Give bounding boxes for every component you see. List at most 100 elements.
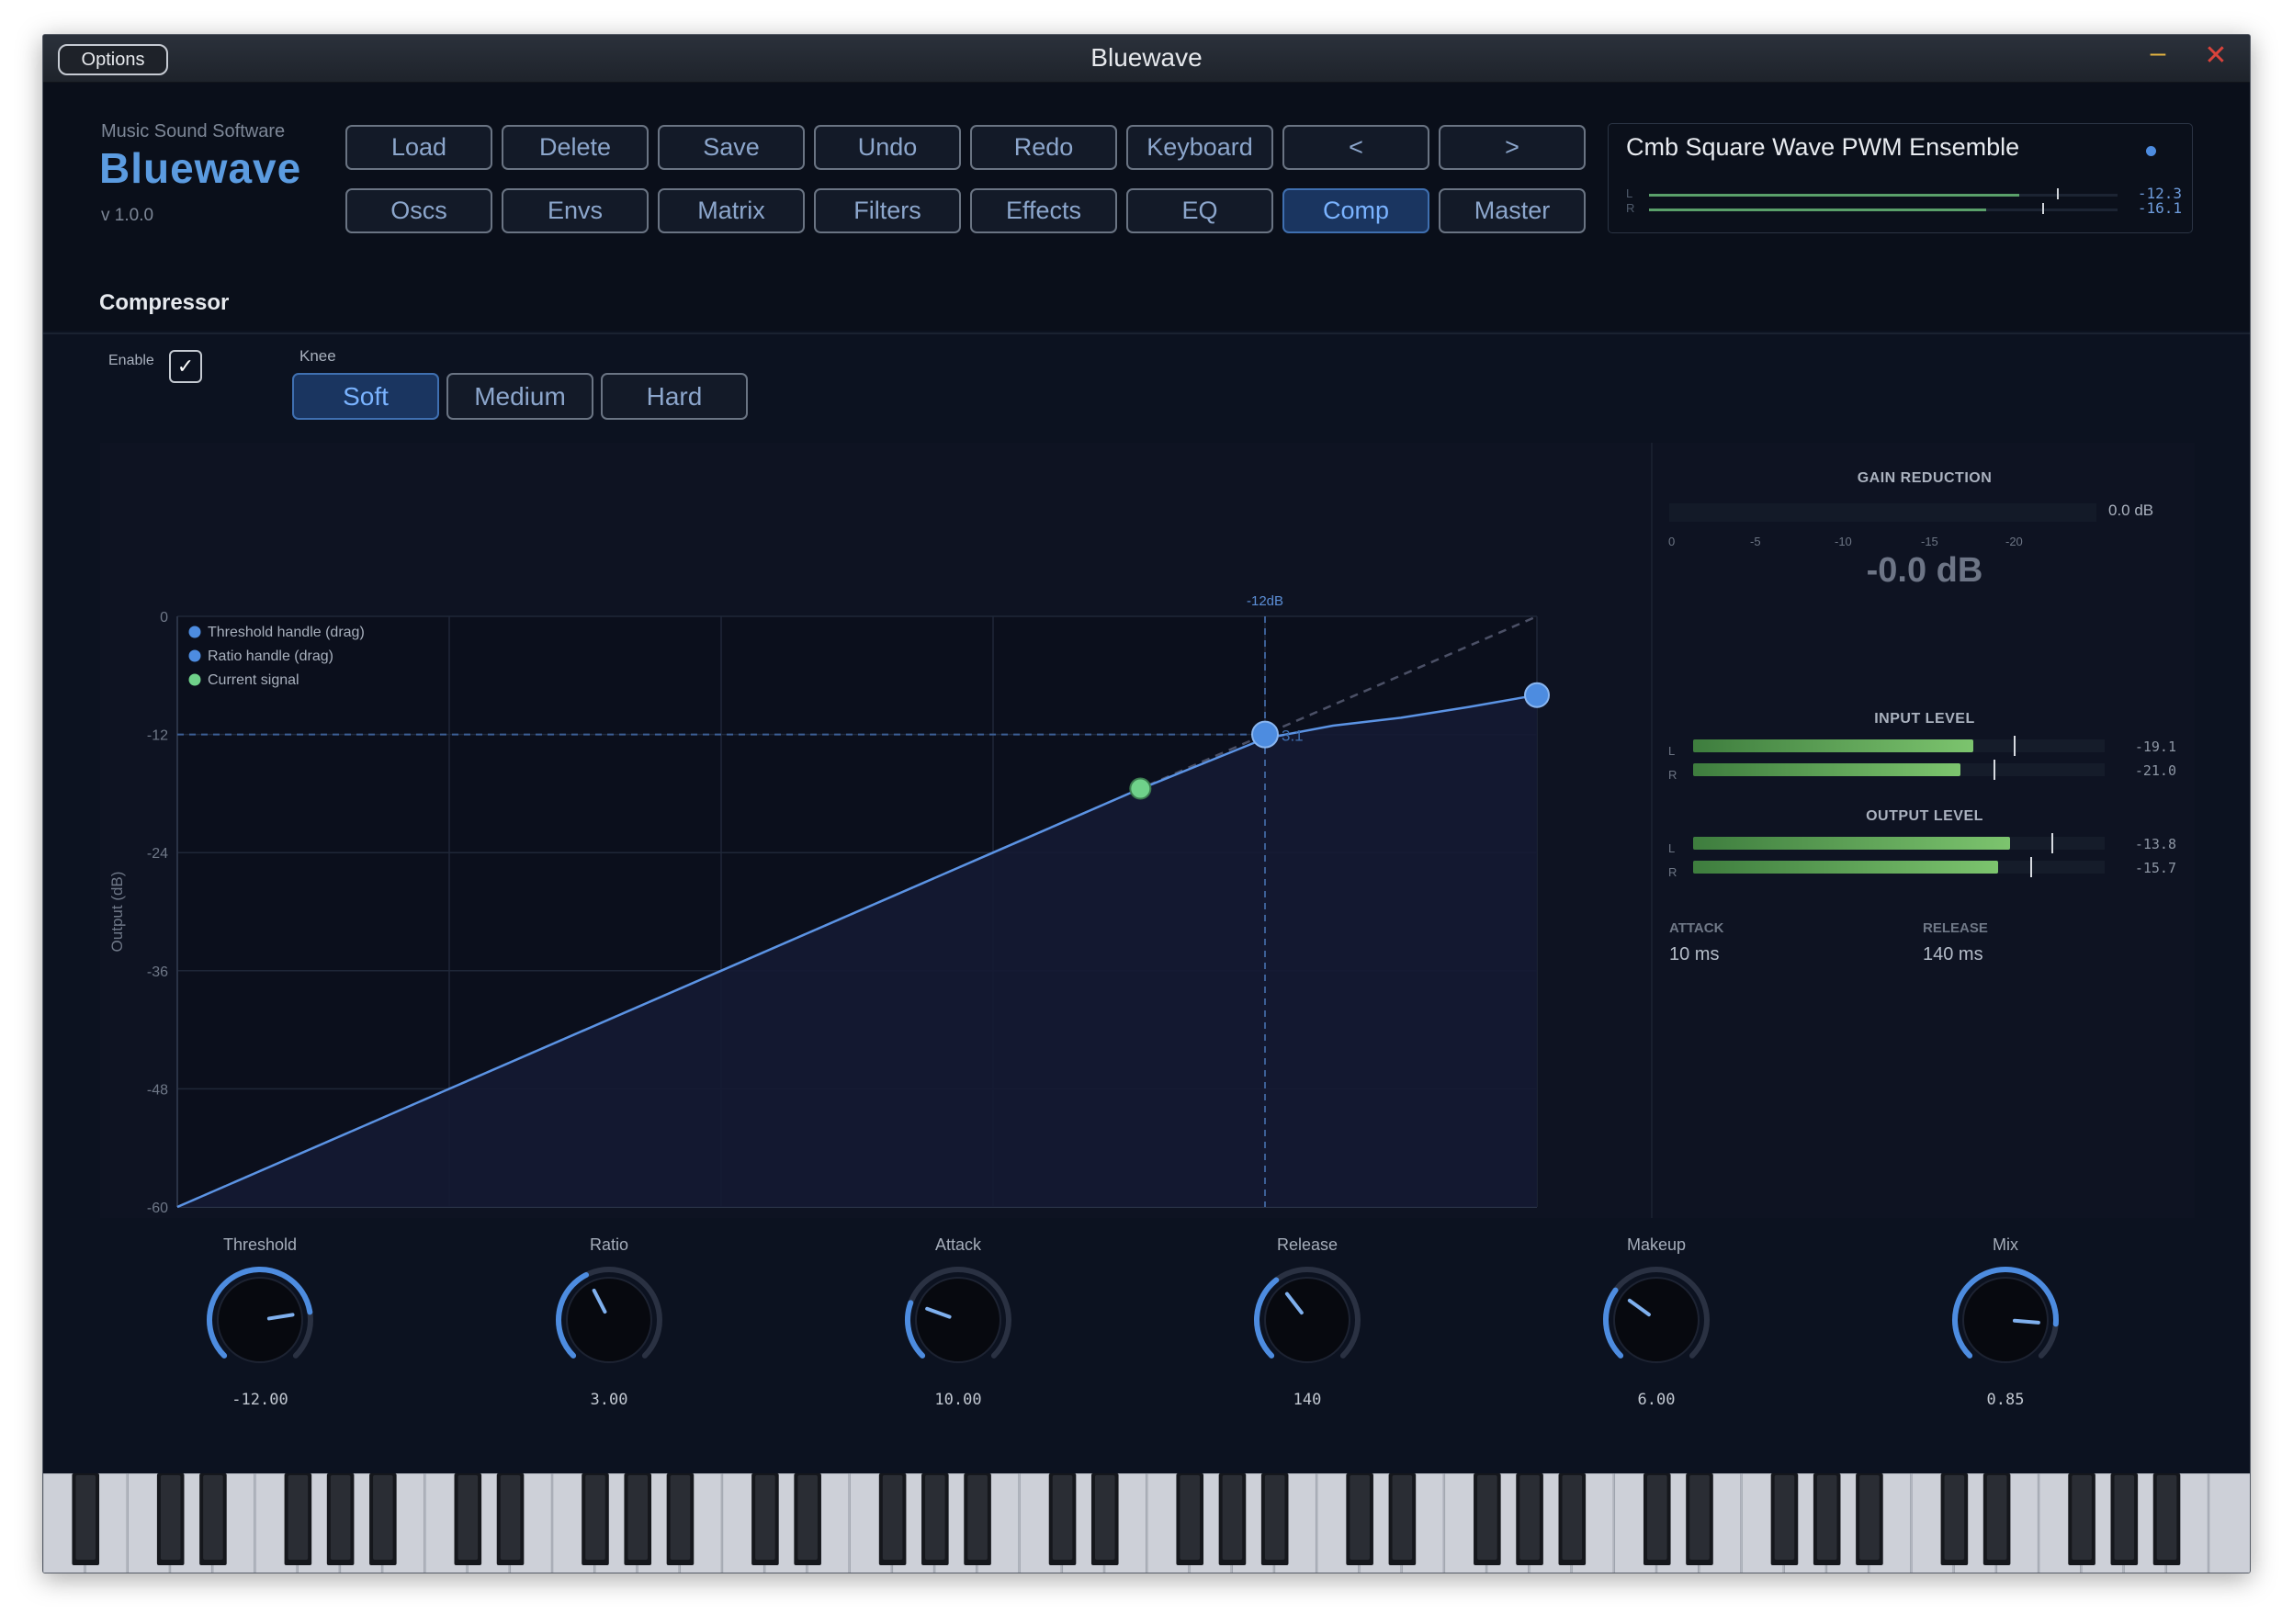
black-key-highlight [1180,1475,1201,1560]
redo-button[interactable]: Redo [970,125,1117,170]
knob-body [217,1277,303,1363]
black-key-highlight [1774,1475,1795,1560]
release-knob[interactable] [1250,1263,1364,1377]
enable-label: Enable [108,353,154,368]
attack-value: 10 ms [1669,944,1720,964]
piano-keyboard[interactable]: C1C2C3C4C5C6C7C8 [43,1472,2251,1573]
knob-label-mix: Mix [1993,1235,2018,1254]
tab-master[interactable]: Master [1439,188,1586,233]
ratio-knob[interactable] [552,1263,666,1377]
keyboard-keys[interactable]: C1C2C3C4C5C6C7C8 [43,1472,2251,1573]
prev-preset-button[interactable]: < [1282,125,1429,170]
legend-item: Threshold handle (drag) [208,625,365,640]
legend-item: Ratio handle (drag) [208,648,333,664]
black-key-highlight [1986,1475,2007,1560]
tab-effects[interactable]: Effects [970,188,1117,233]
knee-soft-button[interactable]: Soft [292,373,439,420]
close-icon[interactable]: ✕ [2202,42,2230,70]
y-tick-label: -24 [147,846,168,862]
minimize-icon[interactable]: – [2145,39,2171,70]
black-key-highlight [500,1475,521,1560]
ratio-marker-label: 3.1 [1282,727,1304,745]
tab-eq[interactable]: EQ [1126,188,1273,233]
input-meter-r-fill [1693,763,1961,776]
knee-hard-button[interactable]: Hard [601,373,748,420]
tab-matrix[interactable]: Matrix [658,188,805,233]
tab-oscs[interactable]: Oscs [345,188,492,233]
threshold-handle[interactable] [1251,720,1279,749]
knob-value-attack: 10.00 [934,1391,982,1409]
makeup-knob[interactable] [1599,1263,1713,1377]
enable-checkbox[interactable]: ✓ [169,350,202,383]
mix-knob[interactable] [1948,1263,2062,1377]
undo-button[interactable]: Undo [814,125,961,170]
keyboard-button[interactable]: Keyboard [1126,125,1273,170]
version-label: v 1.0.0 [101,206,154,225]
y-tick-label: 0 [160,610,168,626]
next-preset-button[interactable]: > [1439,125,1586,170]
black-key-highlight [2114,1475,2135,1560]
ratio-knob-graphic[interactable] [552,1263,666,1377]
delete-button[interactable]: Delete [502,125,649,170]
knob-value-threshold: -12.00 [232,1391,288,1409]
legend-swatch [188,673,201,686]
black-key-highlight [1350,1475,1370,1560]
black-key-highlight [1392,1475,1413,1560]
black-key-highlight [1646,1475,1667,1560]
output-meter-r-peak [2030,857,2033,877]
release-knob-graphic[interactable] [1250,1263,1364,1377]
tab-filters[interactable]: Filters [814,188,961,233]
save-button[interactable]: Save [658,125,805,170]
black-key-highlight [2156,1475,2177,1560]
transfer-curve-chart[interactable]: -60-48-36-24-1200-12-24-36-48-60Input (d… [100,443,1651,1261]
mix-knob-graphic[interactable] [1948,1263,2062,1377]
attack-knob-graphic[interactable] [901,1263,1015,1377]
output-level-heading: OUTPUT LEVEL [1866,808,1983,824]
preset-meter-r-fill [1649,209,1987,211]
black-key-highlight [1222,1475,1243,1560]
knob-body [566,1277,652,1363]
input-r-label: R [1668,768,1677,782]
knob-pointer [2012,1318,2040,1325]
black-key-highlight [1816,1475,1837,1560]
output-meter-l-peak [2050,833,2053,853]
input-meter-r [1693,760,2105,780]
legend-swatch [188,649,201,662]
ratio-handle[interactable] [1524,682,1550,708]
gr-tick-0: 0 [1668,535,1676,548]
knob-value-ratio: 3.00 [590,1391,628,1409]
section-divider [43,333,2250,334]
tab-envs[interactable]: Envs [502,188,649,233]
plugin-body: Music Sound Software Bluewave v 1.0.0 Lo… [43,83,2250,1573]
output-meter-l [1693,833,2105,853]
white-key[interactable] [2208,1472,2251,1573]
preset-meter-r [1649,203,2118,214]
gr-tick-5: -5 [1750,535,1761,548]
transfer-graph-panel: -60-48-36-24-1200-12-24-36-48-60Input (d… [100,443,1651,1261]
threshold-knob-graphic[interactable] [203,1263,317,1377]
threshold-knob[interactable] [203,1263,317,1377]
black-key-highlight [203,1475,223,1560]
load-button[interactable]: Load [345,125,492,170]
black-key-highlight [755,1475,775,1560]
attack-knob[interactable] [901,1263,1015,1377]
output-meter-l-fill [1693,837,2010,850]
release-label: RELEASE [1923,920,1988,936]
gain-reduction-meter [1669,503,2096,522]
window-title: Bluewave [1090,43,1203,72]
output-level-r: -15.7 [2134,860,2176,876]
gain-reduction-readout: -0.0 dB [1866,551,1983,590]
black-key-highlight [288,1475,309,1560]
input-meter-l-fill [1693,739,1973,752]
tab-comp[interactable]: Comp [1282,188,1429,233]
knee-medium-button[interactable]: Medium [446,373,593,420]
input-l-label: L [1668,744,1676,758]
black-key-highlight [457,1475,479,1560]
output-r-label: R [1668,865,1677,879]
preset-name[interactable]: Cmb Square Wave PWM Ensemble [1626,133,2019,162]
makeup-knob-graphic[interactable] [1599,1263,1713,1377]
gr-tick-15: -15 [1921,535,1938,548]
y-tick-label: -60 [147,1201,168,1216]
gr-tick-20: -20 [2005,535,2023,548]
preset-level-r: -16.1 [2137,199,2182,217]
